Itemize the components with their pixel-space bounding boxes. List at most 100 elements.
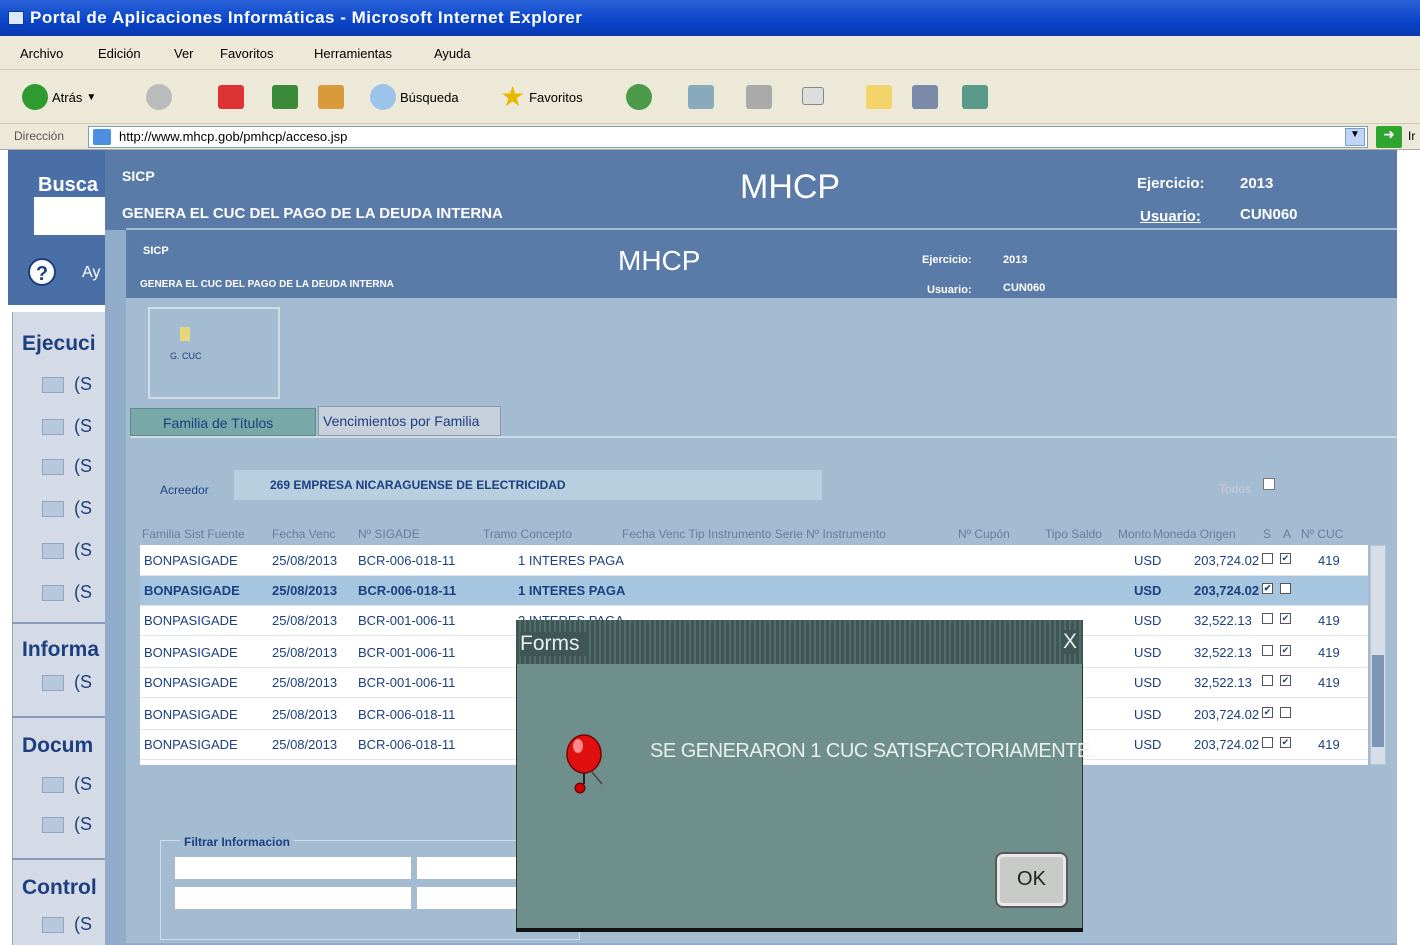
- menu-item[interactable]: (S: [42, 914, 92, 935]
- checkbox-s[interactable]: ✔: [1262, 707, 1273, 718]
- folder-icon[interactable]: [866, 85, 892, 109]
- menu-item[interactable]: (S: [42, 814, 92, 835]
- address-input[interactable]: http://www.mhcp.gob/pmhcp/acceso.jsp: [88, 126, 1368, 148]
- browser-toolbar: Atrás ▼ Búsqueda ★ Favoritos: [0, 70, 1420, 124]
- menu-item[interactable]: (S: [42, 456, 92, 477]
- inner-usuario-value: CUN060: [1003, 282, 1046, 294]
- outer-org: MHCP: [740, 168, 841, 206]
- print-icon[interactable]: [746, 85, 772, 109]
- dialog-bottom-border: [516, 928, 1083, 932]
- checkbox-a[interactable]: ✔: [1280, 553, 1291, 564]
- tab-vencimientos[interactable]: Vencimientos por Familia: [318, 406, 501, 436]
- menu-favoritos[interactable]: Favoritos: [220, 46, 273, 61]
- address-label: Dirección: [14, 129, 65, 143]
- section-ejecucion[interactable]: Ejecuci: [22, 332, 96, 356]
- dialog-close-button[interactable]: X: [1060, 630, 1079, 654]
- cell-monto: 32,522.13: [1194, 613, 1252, 628]
- cell-fecha: 25/08/2013: [272, 645, 338, 660]
- menu-herramientas[interactable]: Herramientas: [314, 46, 392, 61]
- research-icon[interactable]: [912, 85, 938, 109]
- checkbox-a[interactable]: [1280, 583, 1291, 594]
- filter-input[interactable]: [416, 886, 526, 910]
- search-button[interactable]: Búsqueda: [370, 84, 459, 110]
- checkbox-s[interactable]: ✔: [1262, 583, 1273, 594]
- table-row[interactable]: BONPASIGADE 25/08/2013 BCR-006-018-11 1 INT…: [140, 576, 1368, 606]
- checkbox-s[interactable]: [1262, 553, 1273, 564]
- menu-edicion[interactable]: Edición: [98, 46, 141, 61]
- section-informacion[interactable]: Informa: [22, 638, 99, 662]
- cell-cuc: 419: [1318, 737, 1340, 752]
- cell-monto: 203,724.02: [1194, 553, 1260, 568]
- checkbox-s[interactable]: [1262, 613, 1273, 624]
- document-icon: [42, 458, 64, 475]
- cell-familia: BONPASIGADE: [144, 707, 238, 722]
- acreedor-field[interactable]: 269 EMPRESA NICARAGUENSE DE ELECTRICIDAD: [234, 470, 822, 500]
- checkbox-s[interactable]: [1262, 645, 1273, 656]
- filter-input[interactable]: [174, 856, 412, 880]
- history-icon[interactable]: [626, 84, 652, 110]
- todos-checkbox[interactable]: [1263, 478, 1275, 490]
- document-icon: [42, 584, 64, 601]
- checkbox-a[interactable]: ✔: [1280, 613, 1291, 624]
- inner-usuario-label: Usuario:: [927, 284, 972, 296]
- outer-ejercicio-value: 2013: [1240, 175, 1274, 192]
- go-arrow-icon[interactable]: ➜: [1376, 126, 1402, 148]
- grid-scroll-thumb[interactable]: [1372, 655, 1384, 747]
- dialog-titlebar: Forms X: [516, 620, 1083, 664]
- cell-familia: BONPASIGADE: [144, 613, 238, 628]
- menu-item[interactable]: (S: [42, 540, 92, 561]
- filter-input[interactable]: [416, 856, 526, 880]
- edit-icon[interactable]: [802, 87, 824, 105]
- checkbox-a[interactable]: ✔: [1280, 737, 1291, 748]
- page-icon: [93, 129, 111, 145]
- checkbox-s[interactable]: [1262, 675, 1273, 686]
- stop-icon[interactable]: [218, 85, 244, 109]
- checkbox-s[interactable]: [1262, 737, 1273, 748]
- address-dropdown-icon[interactable]: ▼: [1345, 128, 1365, 146]
- mail-icon[interactable]: [688, 85, 714, 109]
- cell-concepto: 1 INTERES PAGA: [518, 583, 626, 598]
- col-header: Fecha Venc Tip Instrumento Serie Nº Inst…: [622, 527, 886, 541]
- ok-button[interactable]: OK: [995, 852, 1068, 908]
- col-header: Nº Cupón: [958, 527, 1010, 541]
- todos-label: Todos: [1219, 482, 1252, 496]
- home-icon[interactable]: [318, 85, 344, 109]
- back-button[interactable]: Atrás ▼: [22, 84, 96, 110]
- checkbox-a[interactable]: [1280, 707, 1291, 718]
- help-icon[interactable]: ?: [28, 258, 56, 286]
- document-icon: [42, 674, 64, 691]
- inner-form-title: GENERA EL CUC DEL PAGO DE LA DEUDA INTER…: [140, 279, 394, 290]
- menu-ver[interactable]: Ver: [174, 46, 194, 61]
- dialog-title: Forms: [520, 632, 586, 656]
- checkbox-a[interactable]: ✔: [1280, 675, 1291, 686]
- checkbox-a[interactable]: ✔: [1280, 645, 1291, 656]
- star-icon: ★: [500, 81, 526, 112]
- menu-item[interactable]: (S: [42, 374, 92, 395]
- filter-input[interactable]: [174, 886, 412, 910]
- section-control[interactable]: Control: [22, 876, 97, 900]
- generate-cuc-button[interactable]: G. CUC: [148, 307, 280, 399]
- menu-item[interactable]: (S: [42, 672, 92, 693]
- menu-item[interactable]: (S: [42, 774, 92, 795]
- tab-familia-titulos[interactable]: Familia de Títulos: [130, 408, 316, 436]
- menu-item[interactable]: (S: [42, 416, 92, 437]
- messenger-icon[interactable]: [962, 85, 988, 109]
- go-label[interactable]: Ir: [1408, 129, 1415, 143]
- menu-item[interactable]: (S: [42, 498, 92, 519]
- cell-moneda: USD: [1134, 707, 1162, 722]
- outer-usuario-label: Usuario:: [1140, 208, 1201, 225]
- menu-bar: Archivo Edición Ver Favoritos Herramient…: [0, 36, 1420, 70]
- refresh-icon[interactable]: [272, 85, 298, 109]
- col-header: Nº CUC: [1301, 527, 1344, 541]
- menu-archivo[interactable]: Archivo: [20, 46, 63, 61]
- portal-search-input[interactable]: [33, 196, 113, 236]
- menu-ayuda[interactable]: Ayuda: [434, 46, 471, 61]
- table-row[interactable]: BONPASIGADE 25/08/2013 BCR-006-018-11 1 INT…: [140, 546, 1368, 576]
- favorites-button[interactable]: ★ Favoritos: [500, 81, 583, 112]
- section-documentos[interactable]: Docum: [22, 734, 93, 758]
- help-label[interactable]: Ay: [82, 264, 100, 282]
- menu-item[interactable]: (S: [42, 582, 92, 603]
- outer-ejercicio-label: Ejercicio:: [1137, 175, 1205, 192]
- forward-arrow-icon[interactable]: [146, 84, 172, 110]
- cell-sigade: BCR-006-018-11: [358, 707, 456, 722]
